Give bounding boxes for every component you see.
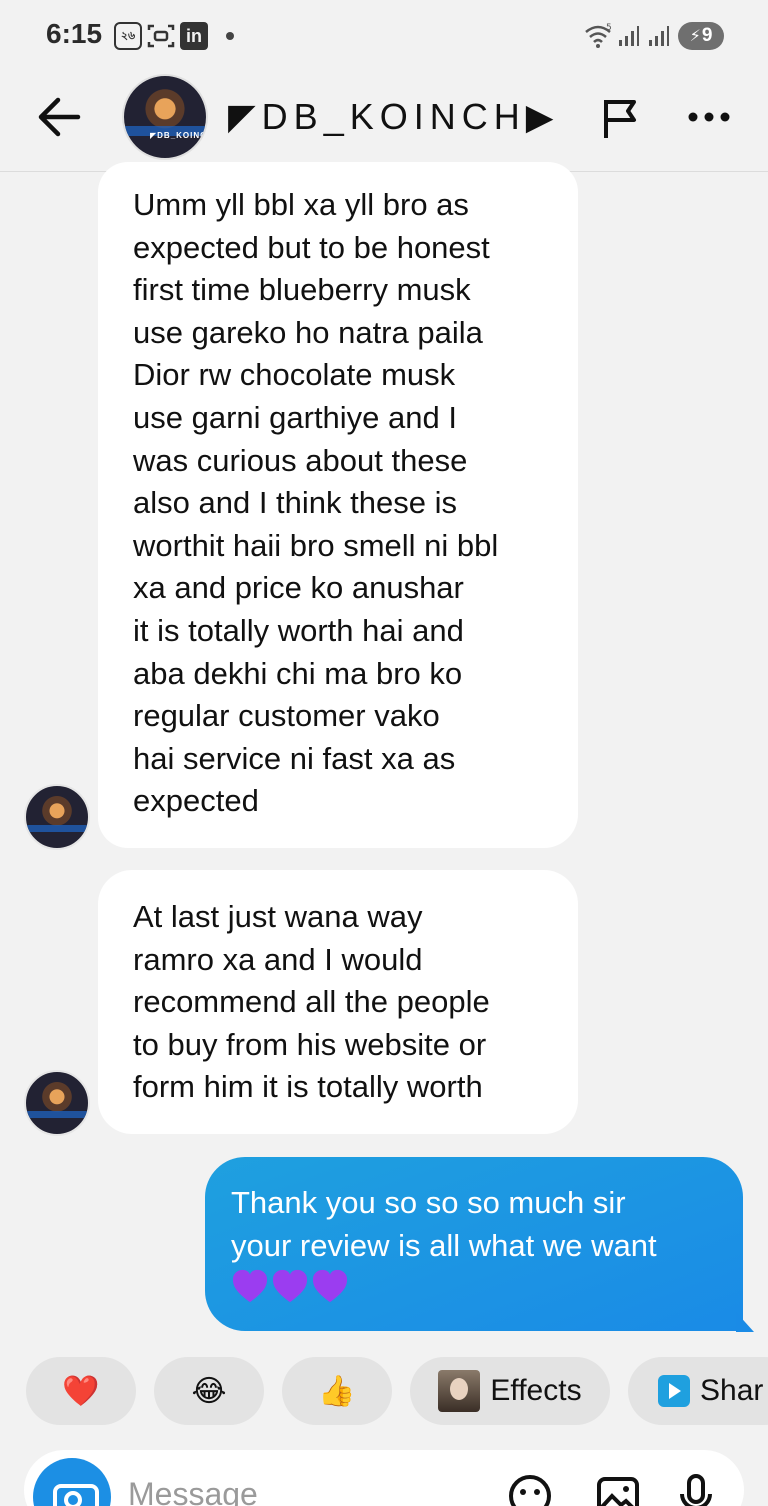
chat-header: ◤DB_KOINCH ◤DB_KOINCH▶ (0, 72, 768, 172)
mic-icon[interactable] (672, 1472, 720, 1506)
back-button[interactable] (34, 94, 86, 140)
gallery-icon[interactable] (594, 1472, 642, 1506)
signal-icon (618, 22, 640, 50)
battery-level: 9 (701, 25, 713, 46)
heart-emoji-icon: ❤️ (62, 1374, 100, 1408)
flag-icon (604, 100, 636, 138)
message-text: Umm yll bbl xa yll bro as expected but t… (133, 187, 499, 819)
purple-hearts (231, 1267, 723, 1305)
svg-text:5: 5 (606, 23, 612, 33)
laughing-emoji-icon: 😂 (191, 1374, 227, 1408)
share-play-icon (658, 1375, 690, 1407)
sender-avatar[interactable] (24, 1070, 90, 1136)
avatar-caption: ◤DB_KOINCH (150, 131, 208, 140)
battery-indicator: ⚡ 9 (678, 22, 724, 50)
signal-icon (648, 22, 670, 50)
more-options-button[interactable] (684, 92, 734, 142)
wifi-icon: 5 (584, 22, 614, 50)
purple-heart-icon (232, 1269, 268, 1303)
flag-button[interactable] (598, 94, 646, 142)
status-bar: 6:15 ২৬ in 5 ⚡ 9 (0, 0, 768, 72)
linkedin-icon: in (180, 22, 208, 50)
incoming-message-bubble[interactable]: Umm yll bbl xa yll bro as expected but t… (98, 162, 578, 848)
incoming-message-bubble[interactable]: At last just wana way ramro xa and I wou… (98, 870, 578, 1134)
laugh-reaction-button[interactable]: 😂 (154, 1357, 264, 1425)
message-composer: Message (24, 1450, 744, 1506)
carrier-badge-icon: ২৬ (114, 22, 142, 50)
purple-heart-icon (272, 1269, 308, 1303)
camera-icon[interactable] (33, 1458, 111, 1506)
notification-dot-icon (226, 32, 234, 40)
contact-name[interactable]: ◤DB_KOINCH▶ (228, 96, 559, 138)
back-arrow-icon (38, 97, 81, 137)
thumbs-up-reaction-button[interactable]: 👍 (282, 1357, 392, 1425)
purple-heart-icon (312, 1269, 348, 1303)
effects-thumbnail-icon (438, 1370, 481, 1412)
share-label: Shar (700, 1374, 764, 1407)
message-input[interactable]: Message (128, 1476, 258, 1506)
share-button[interactable]: Shar (628, 1357, 768, 1425)
sticker-icon[interactable] (506, 1472, 554, 1506)
status-time: 6:15 (46, 18, 103, 49)
more-icon (688, 112, 730, 122)
effects-label: Effects (490, 1374, 582, 1407)
outgoing-message-bubble[interactable]: Thank you so so so much sir your review … (205, 1157, 743, 1331)
contact-avatar[interactable]: ◤DB_KOINCH (122, 74, 208, 160)
message-text: Thank you so so so much sir your review … (231, 1185, 657, 1263)
thumbs-up-emoji-icon: 👍 (318, 1374, 356, 1408)
screenshot-icon (146, 22, 176, 50)
effects-button[interactable]: Effects (410, 1357, 610, 1425)
heart-reaction-button[interactable]: ❤️ (26, 1357, 136, 1425)
message-text: At last just wana way ramro xa and I wou… (133, 899, 490, 1105)
sender-avatar[interactable] (24, 784, 90, 850)
